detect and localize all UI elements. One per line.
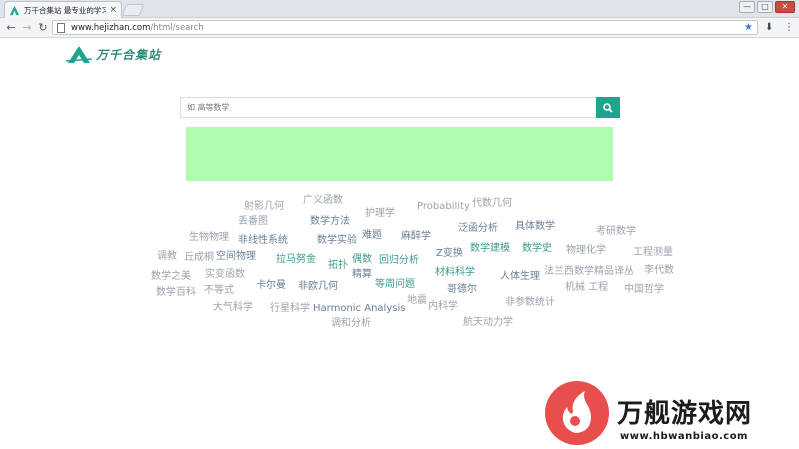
tag-link[interactable]: 物理化学 — [566, 246, 606, 256]
tag-link[interactable]: 大气科学 — [213, 303, 253, 313]
tag-link[interactable]: 中国哲学 — [624, 285, 664, 295]
watermark-url: www.hbwanbiao.com — [620, 431, 748, 442]
tag-link[interactable]: Harmonic Analysis — [313, 304, 405, 314]
tag-link[interactable]: 拓扑 — [328, 261, 348, 271]
watermark-title: 万舰游戏网 — [617, 399, 753, 429]
tag-link[interactable]: 行星科学 — [270, 304, 310, 314]
tag-link[interactable]: 丘成桐 — [184, 253, 214, 263]
tag-link[interactable]: 麻醉学 — [401, 232, 431, 242]
tag-link[interactable]: 射影几何 — [244, 202, 284, 212]
tag-link[interactable]: 具体数学 — [515, 222, 555, 232]
tag-link[interactable]: 偶数 — [352, 255, 372, 265]
tag-link[interactable]: 地震 — [407, 296, 427, 306]
tag-link[interactable]: 哥德尔 — [447, 285, 477, 295]
watermark-logo — [545, 381, 609, 445]
tag-link[interactable]: 数学百科 — [156, 288, 196, 298]
tag-link[interactable]: 法兰西数学精品译丛 — [544, 267, 634, 277]
tag-link[interactable]: 航天动力学 — [463, 318, 513, 328]
tag-link[interactable]: 非线性系统 — [238, 236, 288, 246]
tag-link[interactable]: 广义函数 — [303, 196, 343, 206]
tag-link[interactable]: 数学实验 — [317, 236, 357, 246]
tag-link[interactable]: 代数几何 — [472, 199, 512, 209]
tag-link[interactable]: 工程测量 — [633, 248, 673, 258]
tag-link[interactable]: 拉马努金 — [276, 255, 316, 265]
tag-link[interactable]: 非欧几何 — [298, 282, 338, 292]
tag-link[interactable]: 数学史 — [522, 244, 552, 254]
tag-link[interactable]: 护理学 — [365, 209, 395, 219]
tag-link[interactable]: 非参数统计 — [505, 298, 555, 308]
tag-link[interactable]: 难题 — [362, 231, 382, 241]
tag-link[interactable]: 机械 工程 — [565, 283, 608, 293]
tag-link[interactable]: 回归分析 — [379, 256, 419, 266]
tag-link[interactable]: 李代数 — [644, 266, 674, 276]
tag-cloud: 射影几何 广义函数 Probability 代数几何 丢番图 数学方法 护理学 … — [0, 0, 799, 449]
tag-link[interactable]: 调教 — [157, 252, 177, 262]
tag-link[interactable]: 精算 — [352, 270, 372, 280]
tag-link[interactable]: 考研数学 — [596, 227, 636, 237]
tag-link[interactable]: 数学建模 — [470, 244, 510, 254]
tag-link[interactable]: 空间物理 — [216, 252, 256, 262]
tag-link[interactable]: 数学之美 — [151, 272, 191, 282]
tag-link[interactable]: 等周问题 — [375, 280, 415, 290]
tag-link[interactable]: 人体生理 — [500, 272, 540, 282]
tag-link[interactable]: 不等式 — [204, 286, 234, 296]
tag-link[interactable]: 材料科学 — [435, 268, 475, 278]
tag-link[interactable]: 丢番图 — [238, 217, 268, 227]
tag-link[interactable]: 调和分析 — [331, 319, 371, 329]
tag-link[interactable]: Probability — [417, 202, 470, 212]
tag-link[interactable]: 泛函分析 — [458, 224, 498, 234]
tag-link[interactable]: Z变换 — [436, 249, 463, 259]
tag-link[interactable]: 内科学 — [428, 302, 458, 312]
tag-link[interactable]: 数学方法 — [310, 217, 350, 227]
tag-link[interactable]: 生物物理 — [189, 233, 229, 243]
tag-link[interactable]: 卡尔曼 — [256, 281, 286, 291]
watermark-flame-icon — [562, 391, 591, 433]
tag-link[interactable]: 实变函数 — [205, 270, 245, 280]
